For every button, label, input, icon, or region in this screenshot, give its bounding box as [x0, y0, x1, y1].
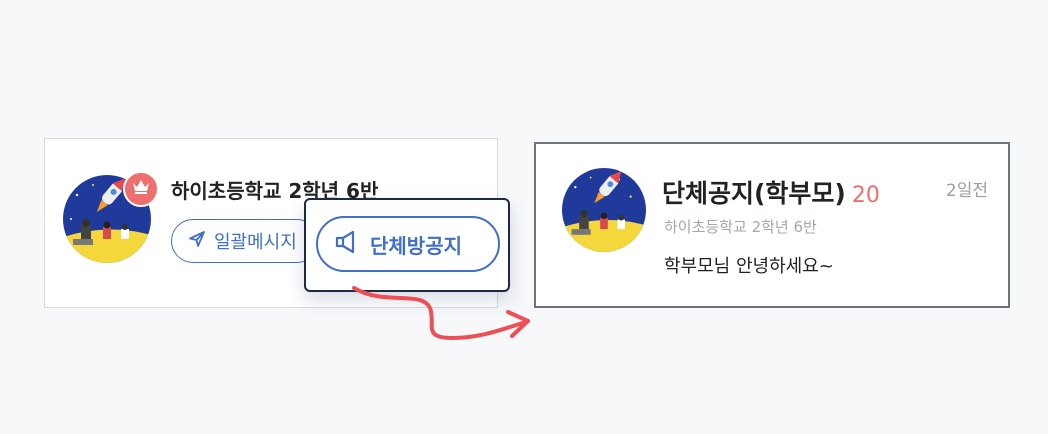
group-avatar [562, 168, 646, 252]
flow-arrow [340, 250, 540, 354]
bulk-message-button[interactable]: 일괄메시지 [171, 219, 319, 263]
crown-icon [132, 179, 150, 199]
notice-count: 20 [851, 183, 880, 208]
crown-badge [123, 171, 159, 207]
notice-time: 2일전 [945, 181, 988, 201]
notice-title: 단체공지(학부모) 20 [662, 174, 880, 210]
notice-card[interactable]: 단체공지(학부모) 20 2일전 하이초등학교 2학년 6반 학부모님 안녕하세요… [534, 142, 1010, 308]
notice-title-text: 단체공지(학부모) [662, 179, 846, 208]
send-icon [188, 230, 206, 253]
notice-group-name: 하이초등학교 2학년 6반 [664, 218, 817, 236]
notice-message: 학부모님 안녕하세요~ [664, 256, 834, 277]
bulk-message-label: 일괄메시지 [214, 232, 297, 253]
